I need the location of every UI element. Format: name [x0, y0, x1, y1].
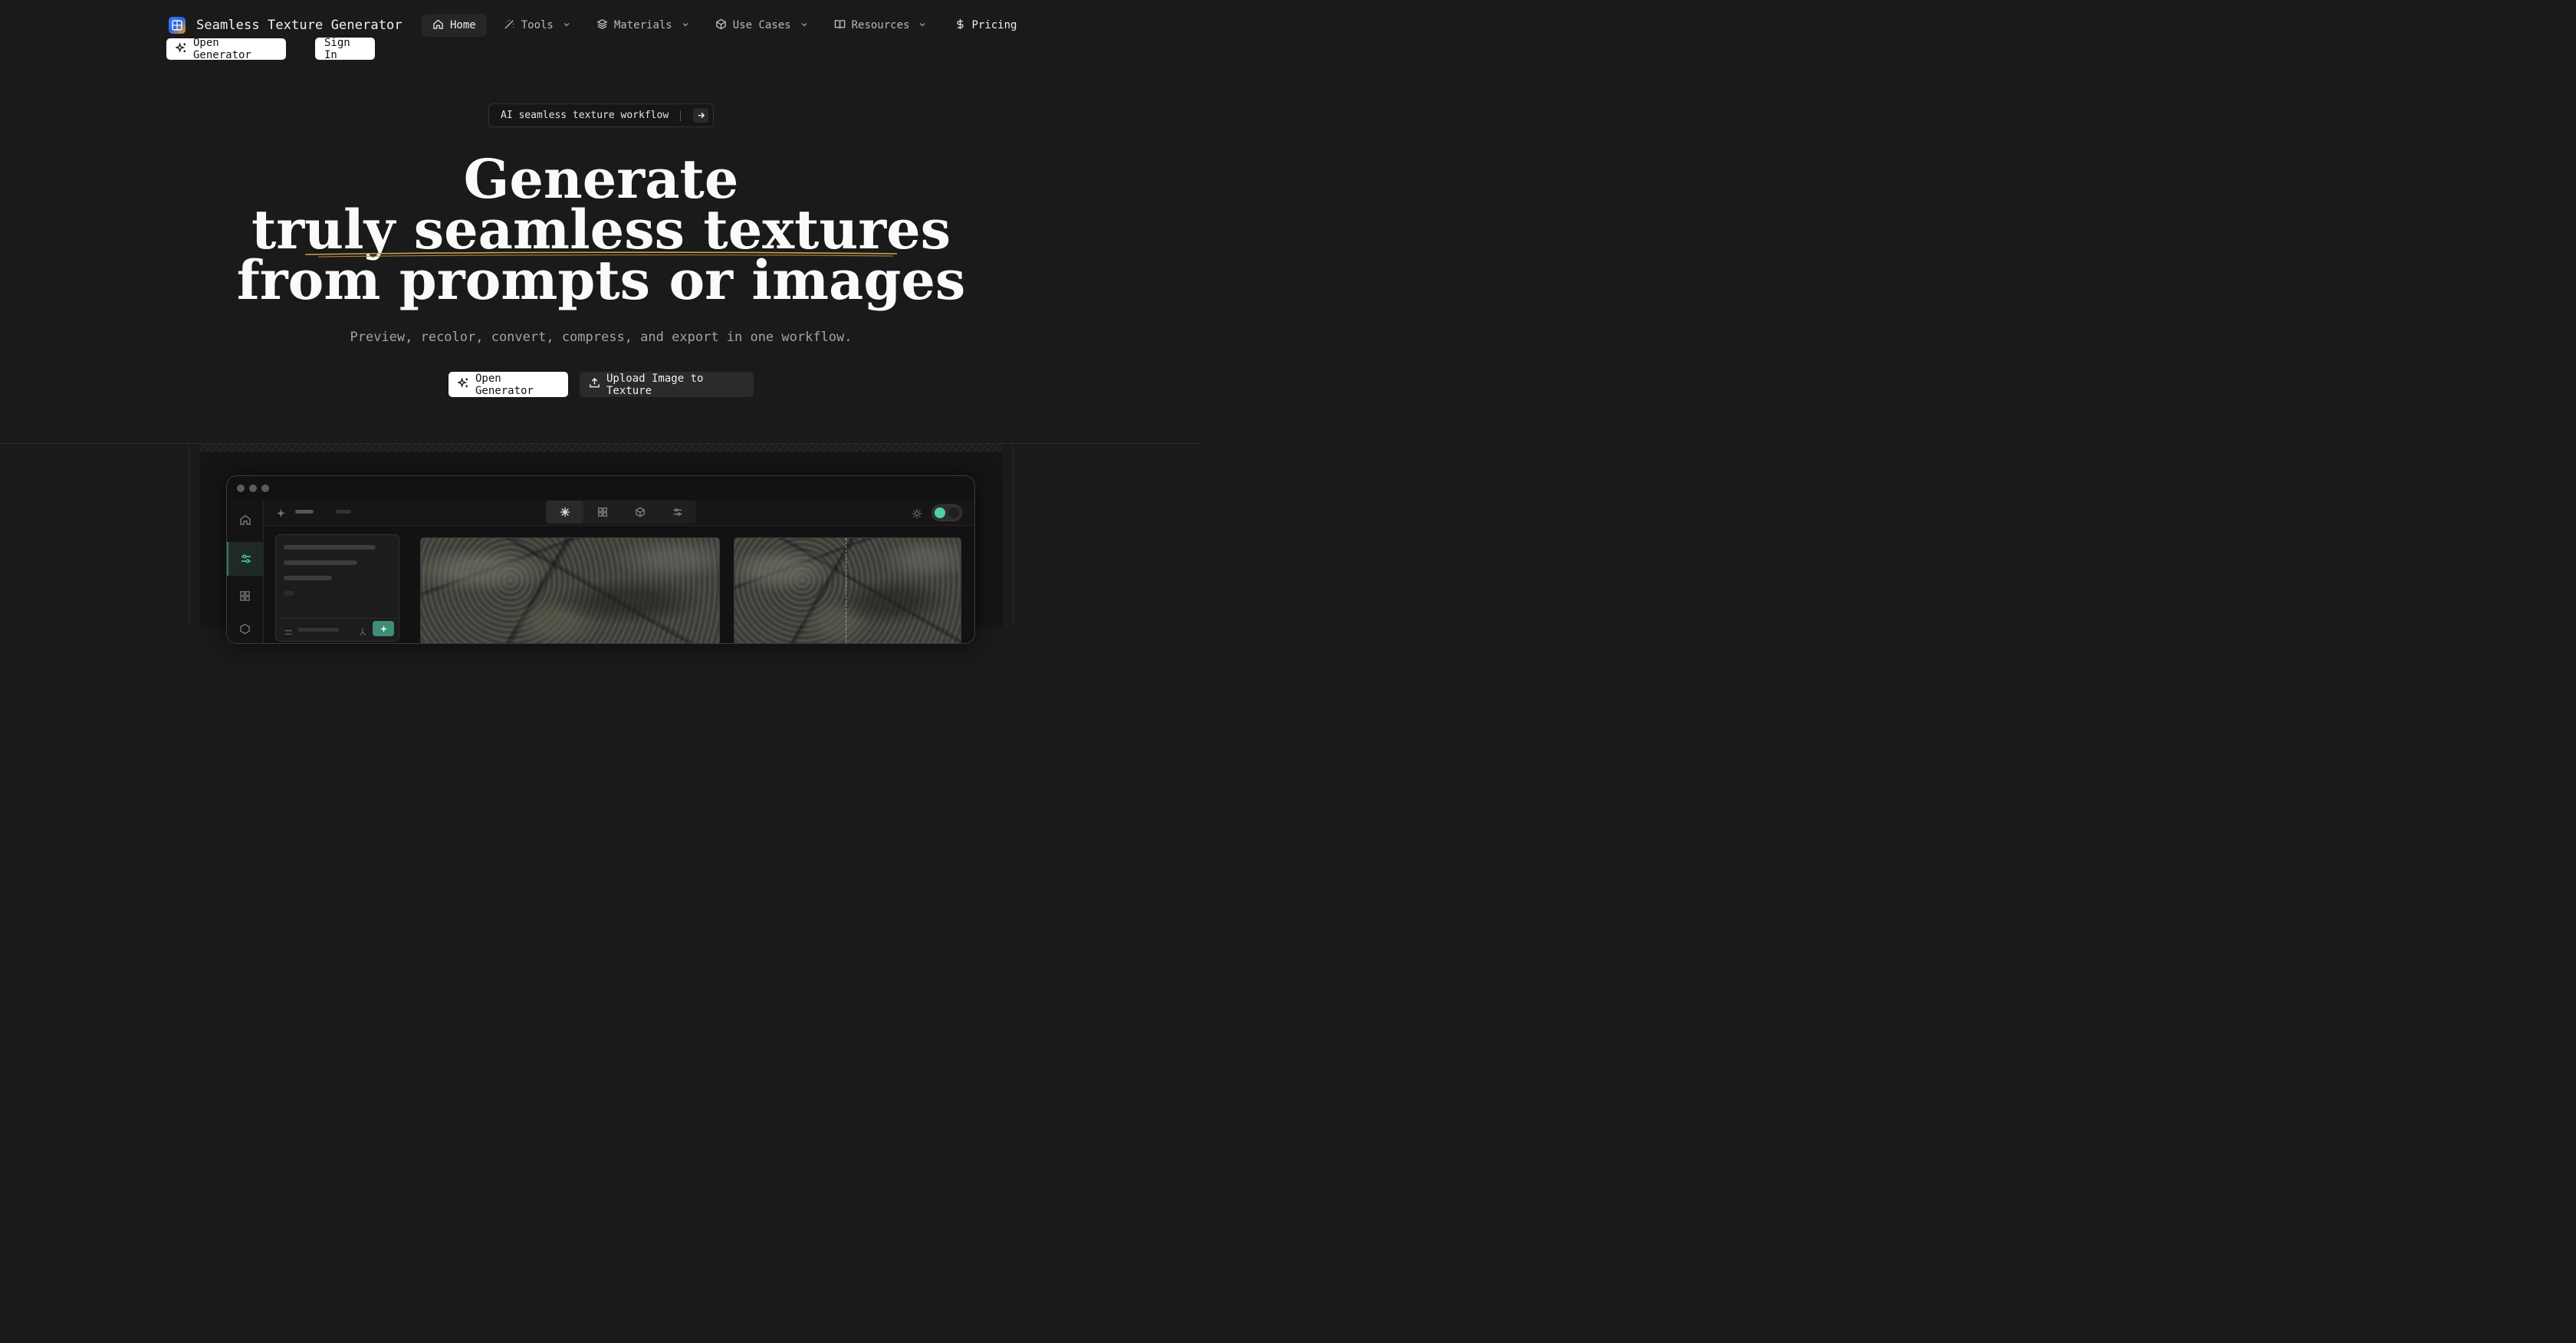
nav-item-tools[interactable]: Tools [493, 14, 581, 37]
nav-item-materials[interactable]: Materials [586, 14, 700, 37]
prompt-placeholder-line [284, 591, 294, 596]
nav-item-label: Materials [613, 19, 672, 31]
branch-icon[interactable] [358, 625, 367, 639]
window-dot-maximize [261, 484, 269, 492]
app-topbar [264, 500, 974, 526]
app-preview-window [226, 475, 975, 644]
header-open-generator-button[interactable]: Open Generator [166, 37, 286, 61]
upload-image-button[interactable]: Upload Image to Texture [580, 372, 754, 397]
sliders-icon[interactable] [227, 542, 263, 576]
button-label: Sign In [324, 36, 350, 61]
sparkles-icon [456, 377, 469, 392]
toolbar-placeholder [297, 628, 339, 632]
layers-icon [596, 18, 608, 33]
view-switcher [546, 501, 696, 524]
nav-item-pricing[interactable]: Pricing [945, 14, 1027, 37]
topbar-placeholder [295, 510, 314, 514]
button-label: Open Generator [193, 37, 251, 61]
button-label: Open Generator [475, 372, 534, 397]
grid-tab-icon[interactable] [583, 501, 621, 524]
sun-icon[interactable] [912, 507, 922, 522]
texture-preview-main[interactable] [420, 537, 720, 643]
sign-in-button[interactable]: Sign In [315, 36, 375, 61]
settings-icon[interactable] [284, 626, 293, 640]
app-sidebar [227, 500, 264, 643]
nav-item-label: Resources [851, 19, 910, 31]
badge-divider [680, 110, 681, 121]
chevron-down-icon [800, 19, 808, 31]
hero-badge[interactable]: AI seamless texture workflow [488, 103, 714, 127]
home-icon[interactable] [227, 504, 263, 535]
dollar-icon [955, 18, 965, 33]
sparkle-tab-icon[interactable] [546, 501, 583, 524]
nav-item-resources[interactable]: Resources [823, 14, 938, 37]
hero-badge-label: AI seamless texture workflow [501, 110, 669, 121]
chevron-down-icon [563, 19, 570, 31]
sparkle-icon [276, 507, 286, 521]
chevron-down-icon [918, 19, 926, 31]
open-generator-button[interactable]: Open Generator [449, 372, 568, 397]
button-label: Upload Image to Texture [606, 372, 704, 397]
prompt-panel[interactable] [275, 534, 399, 642]
grid-logo-icon [169, 17, 186, 34]
brand-title: Seamless Texture Generator [196, 18, 402, 33]
headline-line-3: from prompts or images [236, 248, 966, 312]
nav-item-use-cases[interactable]: Use Cases [705, 14, 819, 37]
window-dot-minimize [249, 484, 257, 492]
cube-icon [715, 18, 727, 33]
hatch-strip [199, 444, 1003, 452]
sparkles-icon [174, 41, 187, 57]
nav-item-label: Use Cases [732, 19, 791, 31]
wand-icon [504, 18, 515, 33]
frame-border-right [1013, 443, 1014, 627]
main-nav: Home Tools Materials Use Cases Resources [422, 14, 1027, 37]
nav-item-label: Tools [521, 19, 554, 31]
cube-tab-icon[interactable] [621, 501, 659, 524]
toggle-knob [935, 507, 945, 518]
grid-icon[interactable] [227, 580, 263, 611]
nav-item-label: Pricing [971, 19, 1017, 31]
window-controls [237, 484, 269, 492]
upload-icon [589, 377, 600, 392]
window-dot-close [237, 484, 245, 492]
prompt-placeholder-line [284, 560, 357, 565]
brand[interactable]: Seamless Texture Generator [169, 17, 402, 34]
cube-icon[interactable] [227, 613, 263, 643]
prompt-placeholder-line [284, 545, 376, 550]
topbar-placeholder [336, 510, 351, 514]
nav-item-home[interactable]: Home [422, 14, 487, 37]
theme-toggle[interactable] [932, 504, 962, 521]
sliders-tab-icon[interactable] [659, 501, 696, 524]
generate-button[interactable] [373, 621, 394, 636]
nav-item-label: Home [450, 19, 476, 31]
prompt-toolbar [276, 618, 399, 641]
prompt-placeholder-line [284, 576, 332, 580]
hero-subtitle: Preview, recolor, convert, compress, and… [350, 330, 853, 345]
chevron-down-icon [682, 19, 689, 31]
book-icon [834, 18, 846, 33]
toggle-knob-off [948, 507, 959, 518]
texture-preview-tiled[interactable] [734, 537, 961, 643]
arrow-right-icon [693, 108, 708, 123]
home-icon [432, 18, 444, 33]
